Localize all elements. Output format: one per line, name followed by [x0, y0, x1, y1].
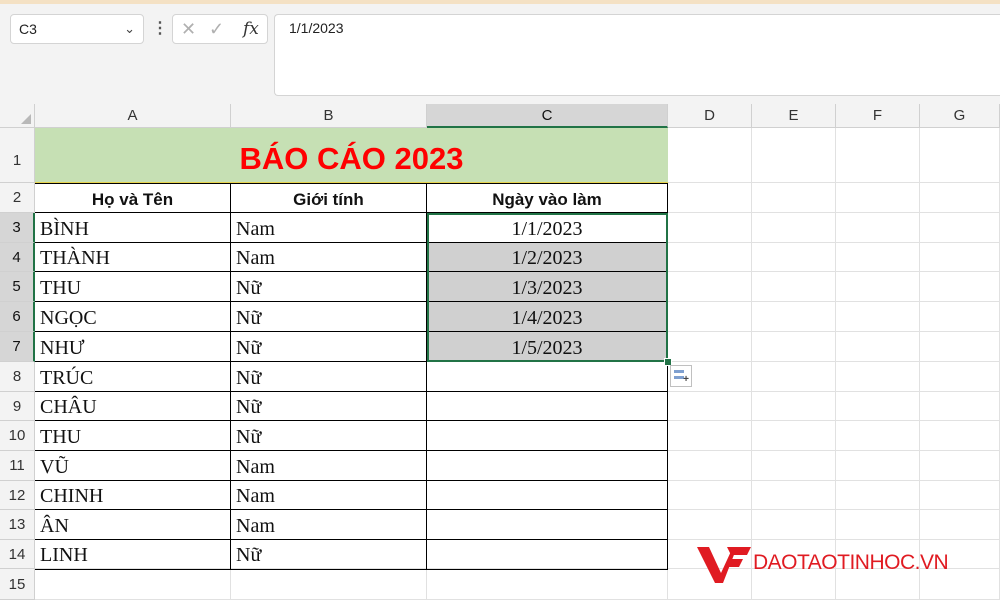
row-header-1[interactable]: 1 [0, 128, 35, 183]
date-cell[interactable] [427, 362, 667, 391]
gender-cell[interactable]: Nữ [231, 302, 426, 332]
gender-cell[interactable]: Nữ [231, 421, 426, 451]
column-header-a[interactable]: A [35, 104, 231, 128]
name-cell[interactable]: NHƯ [35, 332, 230, 362]
gender-cell[interactable]: Nữ [231, 540, 426, 569]
grid-vline [919, 128, 920, 600]
gender-cell[interactable]: Nữ [231, 392, 426, 421]
date-cell[interactable]: 1/4/2023 [427, 302, 667, 331]
select-all-button[interactable] [0, 104, 35, 128]
row-header-2[interactable]: 2 [0, 183, 35, 213]
row-header-13[interactable]: 13 [0, 510, 35, 540]
column-header-f[interactable]: F [836, 104, 920, 128]
grid-vline [751, 128, 752, 600]
row-header-3[interactable]: 3 [0, 213, 35, 243]
date-cell[interactable]: 1/2/2023 [427, 243, 667, 271]
row-header-7[interactable]: 7 [0, 332, 35, 362]
watermark-text: DAOTAOTINHOC.VN [753, 551, 949, 574]
row-header-14[interactable]: 14 [0, 540, 35, 569]
name-cell[interactable]: CHINH [35, 481, 230, 510]
gender-cell[interactable]: Nam [231, 451, 426, 481]
column-header-d[interactable]: D [668, 104, 752, 128]
insert-function-icon[interactable]: fx [243, 15, 259, 43]
date-cell[interactable] [427, 421, 667, 450]
autofill-options-button[interactable]: + [670, 365, 692, 387]
autofill-plus-icon: + [683, 374, 689, 385]
gender-cell[interactable]: Nam [231, 510, 426, 540]
row-header-11[interactable]: 11 [0, 451, 35, 481]
name-cell[interactable]: LINH [35, 540, 230, 569]
name-cell[interactable]: THU [35, 421, 230, 451]
name-cell[interactable]: TRÚC [35, 362, 230, 392]
chevron-down-icon[interactable]: ⌄ [124, 15, 135, 43]
autofill-line [674, 370, 684, 373]
name-cell[interactable]: ÂN [35, 510, 230, 540]
name-box[interactable]: C3 ⌄ [10, 14, 144, 44]
name-box-value: C3 [19, 21, 37, 37]
row-header-8[interactable]: 8 [0, 362, 35, 392]
name-cell[interactable]: THU [35, 272, 230, 302]
row-header-6[interactable]: 6 [0, 302, 35, 332]
gender-cell[interactable]: Nam [231, 481, 426, 510]
date-cell[interactable] [427, 392, 667, 420]
cancel-icon[interactable]: ✕ [181, 15, 196, 43]
date-cell[interactable] [427, 510, 667, 539]
name-cell[interactable]: BÌNH [35, 213, 230, 243]
date-cell[interactable] [427, 540, 667, 568]
spreadsheet-grid[interactable]: A B C D E F G 1 2 3 4 5 6 7 8 9 10 11 12 13 14 15 BÁO CÁO 2023… [0, 104, 1000, 600]
more-options-icon[interactable]: ⋮ [152, 14, 168, 44]
column-label-cell[interactable]: Họ và Tên [35, 183, 230, 213]
row-header-4[interactable]: 4 [0, 243, 35, 272]
name-cell[interactable]: NGỌC [35, 302, 230, 332]
column-header-g[interactable]: G [920, 104, 1000, 128]
grid-vline [835, 128, 836, 600]
column-header-e[interactable]: E [752, 104, 836, 128]
date-cell[interactable]: 1/3/2023 [427, 272, 667, 301]
gender-cell[interactable]: Nữ [231, 332, 426, 362]
select-all-triangle-icon [21, 114, 31, 124]
name-cell[interactable]: THÀNH [35, 243, 230, 272]
formula-value: 1/1/2023 [289, 20, 344, 36]
gender-cell[interactable]: Nam [231, 213, 426, 243]
gender-cell[interactable]: Nữ [231, 272, 426, 302]
row-header-10[interactable]: 10 [0, 421, 35, 451]
row-header-12[interactable]: 12 [0, 481, 35, 510]
formula-input[interactable]: 1/1/2023 [274, 14, 1000, 96]
window-top-accent [0, 0, 1000, 4]
report-title-cell[interactable]: BÁO CÁO 2023 [35, 128, 668, 183]
gender-cell[interactable]: Nữ [231, 362, 426, 392]
formula-buttons: ✕ ✓ fx [172, 14, 268, 44]
logo-v-icon [697, 547, 751, 583]
date-cell[interactable]: 1/1/2023 [427, 213, 667, 242]
column-header-b[interactable]: B [231, 104, 427, 128]
name-cell[interactable]: CHÂU [35, 392, 230, 421]
date-cell[interactable] [427, 481, 667, 509]
watermark-logo: DAOTAOTINHOC.VN [697, 545, 997, 585]
enter-check-icon[interactable]: ✓ [209, 15, 224, 43]
gender-cell[interactable]: Nam [231, 243, 426, 272]
row-header-9[interactable]: 9 [0, 392, 35, 421]
name-cell[interactable]: VŨ [35, 451, 230, 481]
column-header-c[interactable]: C [427, 104, 668, 128]
column-label-cell[interactable]: Giới tính [231, 183, 426, 213]
date-cell[interactable]: 1/5/2023 [427, 332, 667, 361]
date-cell[interactable] [427, 451, 667, 480]
column-label-cell[interactable]: Ngày vào làm [427, 183, 667, 213]
row-header-15[interactable]: 15 [0, 569, 35, 600]
row-header-5[interactable]: 5 [0, 272, 35, 302]
